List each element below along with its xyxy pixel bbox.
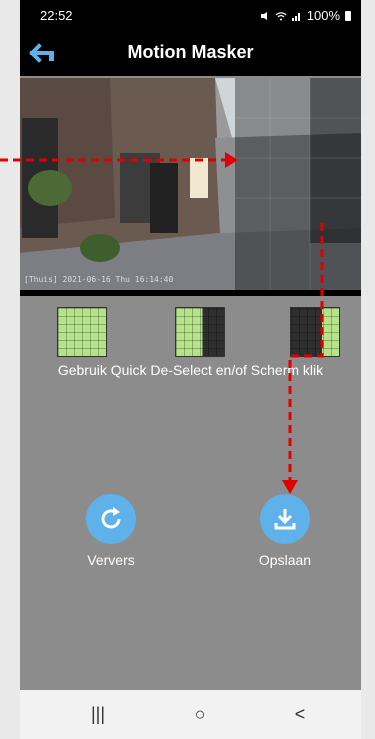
preview-bottom-strip [20,290,361,296]
select-right-column-preset-button[interactable] [290,307,340,357]
page-title: Motion Masker [127,42,254,62]
nav-back-icon[interactable]: < [280,702,320,726]
home-icon[interactable]: ○ [180,702,220,726]
camera-preview[interactable]: [Thuis] 2021-06-16 Thu 16:14:40 [20,78,361,290]
camera-timestamp: [Thuis] 2021-06-16 Thu 16:14:40 [24,275,174,284]
instruction-text: Gebruik Quick De-Select en/of Scherm kli… [57,362,324,378]
status-bar: 22:52 100% [20,0,361,30]
download-icon [260,494,310,544]
select-left-half-preset-button[interactable] [175,307,225,357]
app-screen: 22:52 100% Motion Masker [Thuis] 2021-06… [20,0,361,739]
title-bar: Motion Masker [20,30,361,76]
recent-apps-icon[interactable]: ||| [78,702,118,726]
refresh-button[interactable]: Ververs [61,494,161,568]
battery-icon [345,10,351,21]
battery-percent: 100% [306,8,340,23]
save-button[interactable]: Opslaan [235,494,335,568]
status-time: 22:52 [40,8,73,23]
signal-icon [291,12,300,21]
wifi-icon [275,11,287,20]
mute-icon [260,11,267,20]
status-icons: 100% [260,8,351,23]
save-label: Opslaan [258,552,312,568]
refresh-label: Ververs [87,552,135,568]
select-all-preset-button[interactable] [57,307,107,357]
android-nav-bar: ||| ○ < [20,690,361,739]
refresh-icon [86,494,136,544]
